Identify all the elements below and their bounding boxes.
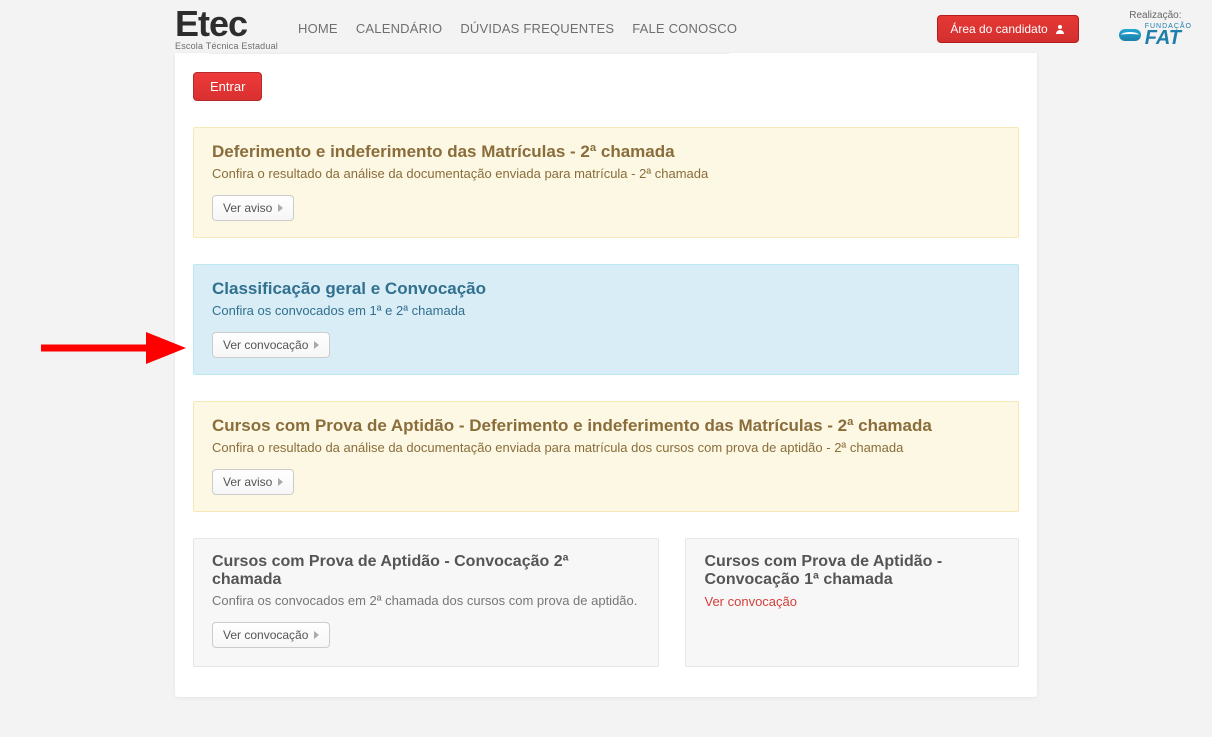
ver-convocacao-link[interactable]: Ver convocação [704,594,797,609]
realizacao-label: Realização: [1129,10,1181,21]
alert-title: Classificação geral e Convocação [212,279,1000,299]
alert-classificacao: Classificação geral e Convocação Confira… [193,264,1019,375]
alert-body: Confira o resultado da análise da docume… [212,440,1000,455]
ver-convocacao-button[interactable]: Ver convocação [212,332,330,358]
button-label: Ver convocação [223,628,308,642]
chevron-right-icon [314,341,319,349]
alert-deferimento-2a: Deferimento e indeferimento das Matrícul… [193,127,1019,238]
fat-swoosh-icon [1119,29,1141,41]
alert-title: Cursos com Prova de Aptidão - Deferiment… [212,416,1000,436]
annotation-arrow-icon [36,328,186,368]
logo: Etec Escola Técnica Estadual [175,6,278,51]
alert-body: Confira os convocados em 1ª e 2ª chamada [212,303,1000,318]
area-candidato-label: Área do candidato [950,22,1047,36]
card-aptidao-convocacao-1a: Cursos com Prova de Aptidão - Convocação… [685,538,1019,667]
user-icon [1054,23,1066,35]
card-title: Cursos com Prova de Aptidão - Convocação… [704,553,1000,589]
chevron-right-icon [278,204,283,212]
entrar-button[interactable]: Entrar [193,72,262,101]
area-candidato-button[interactable]: Área do candidato [937,15,1078,43]
button-label: Ver aviso [223,475,272,489]
fat-text: FAT [1145,28,1192,48]
header: Etec Escola Técnica Estadual HOME CALEND… [0,0,1212,53]
card-title: Cursos com Prova de Aptidão - Convocação… [212,553,640,589]
nav-duvidas[interactable]: DÚVIDAS FREQUENTES [460,21,614,36]
button-label: Ver convocação [223,338,308,352]
ver-aviso-button[interactable]: Ver aviso [212,469,294,495]
ver-convocacao-button[interactable]: Ver convocação [212,622,330,648]
realizacao: Realização: FUNDAÇÃO FAT [1119,10,1192,48]
logo-text: Etec [175,6,278,42]
nav-calendario[interactable]: CALENDÁRIO [356,21,443,36]
alert-title: Deferimento e indeferimento das Matrícul… [212,142,1000,162]
chevron-right-icon [314,631,319,639]
main-nav: HOME CALENDÁRIO DÚVIDAS FREQUENTES FALE … [298,21,737,36]
fat-logo: FUNDAÇÃO FAT [1119,23,1192,48]
button-label: Ver aviso [223,201,272,215]
ver-aviso-button[interactable]: Ver aviso [212,195,294,221]
nav-home[interactable]: HOME [298,21,338,36]
card-aptidao-convocacao-2a: Cursos com Prova de Aptidão - Convocação… [193,538,659,667]
chevron-right-icon [278,478,283,486]
logo-sub: Escola Técnica Estadual [175,42,278,51]
alert-aptidao-deferimento-2a: Cursos com Prova de Aptidão - Deferiment… [193,401,1019,512]
divider [209,53,729,54]
alert-body: Confira o resultado da análise da docume… [212,166,1000,181]
content-container: Entrar Deferimento e indeferimento das M… [175,53,1037,697]
card-body: Confira os convocados em 2ª chamada dos … [212,593,640,608]
nav-fale[interactable]: FALE CONOSCO [632,21,737,36]
